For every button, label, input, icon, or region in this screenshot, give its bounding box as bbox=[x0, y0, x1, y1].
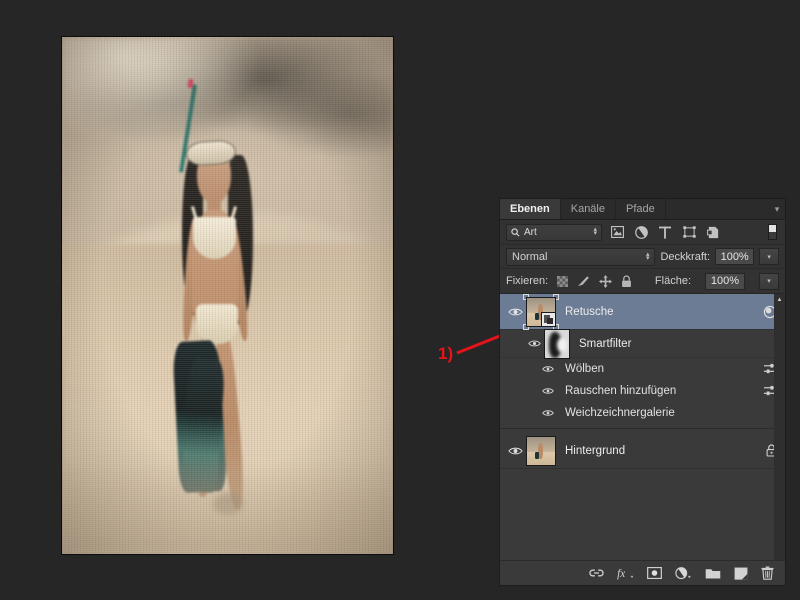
layer-row-retusche[interactable]: Retusche bbox=[500, 294, 785, 330]
layer-visibility-eye-icon[interactable] bbox=[504, 446, 526, 456]
smart-filters-row[interactable]: Smartfilter bbox=[500, 328, 785, 359]
lock-all-icon[interactable] bbox=[621, 274, 632, 288]
chevron-up-down-icon: ▴ ▾ bbox=[593, 226, 597, 237]
smart-filter-row-rauschen[interactable]: Rauschen hinzufügen bbox=[500, 380, 785, 402]
opacity-dropdown-arrow[interactable]: ▾ bbox=[759, 248, 779, 265]
opacity-input[interactable]: 100% bbox=[715, 248, 755, 265]
smart-filter-row-woelben[interactable]: Wölben bbox=[500, 358, 785, 380]
opacity-label: Deckkraft: bbox=[660, 250, 710, 263]
type-layer-filter-icon[interactable] bbox=[656, 224, 674, 241]
photo-image bbox=[62, 37, 393, 554]
tab-ebenen-label: Ebenen bbox=[510, 203, 550, 215]
layer-filter-kind-select[interactable]: Art ▴ ▾ bbox=[506, 223, 602, 241]
photo-vignette bbox=[62, 37, 393, 554]
retusche-layer-thumbnail[interactable] bbox=[526, 296, 556, 327]
layer-group-divider bbox=[500, 428, 785, 429]
link-layers-icon[interactable] bbox=[589, 568, 604, 578]
smart-object-filter-icon[interactable] bbox=[704, 224, 722, 241]
pixel-layer-filter-icon[interactable] bbox=[608, 224, 626, 241]
screen-root: 1) Ebenen Kanäle Pfade ▾ Art ▴ ▾ Normal … bbox=[0, 0, 800, 600]
tabbar-filler bbox=[665, 199, 769, 219]
lock-label: Fixieren: bbox=[506, 275, 549, 287]
tab-ebenen[interactable]: Ebenen bbox=[500, 199, 561, 219]
layer-list-scrollbar[interactable]: ▲ bbox=[774, 294, 785, 560]
panel-menu-icon[interactable]: ▾ bbox=[769, 199, 785, 219]
fill-input[interactable]: 100% bbox=[705, 272, 745, 290]
photo-canvas[interactable] bbox=[61, 36, 394, 555]
blend-mode-value: Normal bbox=[512, 250, 548, 263]
new-adjustment-layer-icon[interactable] bbox=[675, 566, 692, 580]
shape-layer-filter-icon[interactable] bbox=[680, 224, 698, 241]
layer-filter-kind-label: Art bbox=[524, 226, 537, 238]
new-group-icon[interactable] bbox=[705, 567, 721, 579]
search-icon bbox=[511, 227, 520, 236]
lock-transparent-pixels-icon[interactable] bbox=[557, 275, 569, 287]
smart-filters-visibility-eye-icon[interactable] bbox=[524, 339, 544, 348]
fill-dropdown-arrow[interactable]: ▾ bbox=[759, 272, 779, 290]
layer-list: Retusche Smartfilter Wölben Rauschen hin… bbox=[500, 294, 785, 560]
filter-visibility-eye-icon[interactable] bbox=[538, 409, 558, 417]
layers-panel-bottom-toolbar: fx bbox=[500, 560, 785, 585]
adjustment-layer-filter-icon[interactable] bbox=[632, 224, 650, 241]
lock-position-icon[interactable] bbox=[599, 274, 613, 288]
layer-styles-fx-icon[interactable]: fx bbox=[617, 567, 634, 580]
blend-mode-select[interactable]: Normal ▴ ▾ bbox=[506, 247, 656, 266]
layers-panel: Ebenen Kanäle Pfade ▾ Art ▴ ▾ Normal ▴ ▾… bbox=[499, 198, 786, 586]
layer-row-hintergrund[interactable]: Hintergrund bbox=[500, 433, 785, 469]
tab-pfade-label: Pfade bbox=[626, 203, 655, 215]
blend-mode-row: Normal ▴ ▾ Deckkraft: 100% ▾ bbox=[500, 245, 785, 269]
layer-name-hintergrund[interactable]: Hintergrund bbox=[565, 445, 766, 457]
tab-pfade[interactable]: Pfade bbox=[616, 199, 666, 219]
smart-filter-mask-thumbnail[interactable] bbox=[544, 328, 570, 359]
new-layer-icon[interactable] bbox=[734, 567, 748, 580]
layer-filter-row: Art ▴ ▾ bbox=[500, 220, 785, 245]
chevron-up-down-icon: ▴ ▾ bbox=[645, 250, 650, 262]
smart-filters-label: Smartfilter bbox=[579, 337, 632, 350]
filter-visibility-eye-icon[interactable] bbox=[538, 365, 558, 373]
tab-kanaele-label: Kanäle bbox=[570, 203, 605, 215]
lock-row: Fixieren: Fläche: 100% ▾ bbox=[500, 269, 785, 294]
lock-image-pixels-icon[interactable] bbox=[577, 275, 590, 287]
tab-kanaele[interactable]: Kanäle bbox=[560, 199, 616, 219]
filter-visibility-eye-icon[interactable] bbox=[538, 387, 558, 395]
smart-filter-row-weichzeichnergalerie[interactable]: Weichzeichnergalerie bbox=[500, 402, 785, 424]
smart-filter-name-weichzeichnergalerie[interactable]: Weichzeichnergalerie bbox=[565, 407, 785, 419]
smart-filter-name-woelben[interactable]: Wölben bbox=[565, 363, 763, 375]
layer-name-retusche[interactable]: Retusche bbox=[565, 306, 763, 318]
svg-text:fx: fx bbox=[617, 568, 625, 580]
annotation-label-1: 1) bbox=[438, 344, 454, 363]
panel-tabbar: Ebenen Kanäle Pfade ▾ bbox=[500, 199, 785, 220]
add-layer-mask-icon[interactable] bbox=[647, 567, 662, 579]
smart-filter-name-rauschen[interactable]: Rauschen hinzufügen bbox=[565, 385, 763, 397]
scroll-up-arrow-icon[interactable]: ▲ bbox=[774, 294, 785, 305]
smart-object-badge-icon bbox=[541, 311, 555, 326]
hintergrund-layer-thumbnail[interactable] bbox=[526, 435, 556, 466]
delete-layer-icon[interactable] bbox=[761, 566, 774, 580]
fill-label: Fläche: bbox=[654, 275, 691, 287]
filter-enable-toggle[interactable] bbox=[768, 224, 777, 240]
